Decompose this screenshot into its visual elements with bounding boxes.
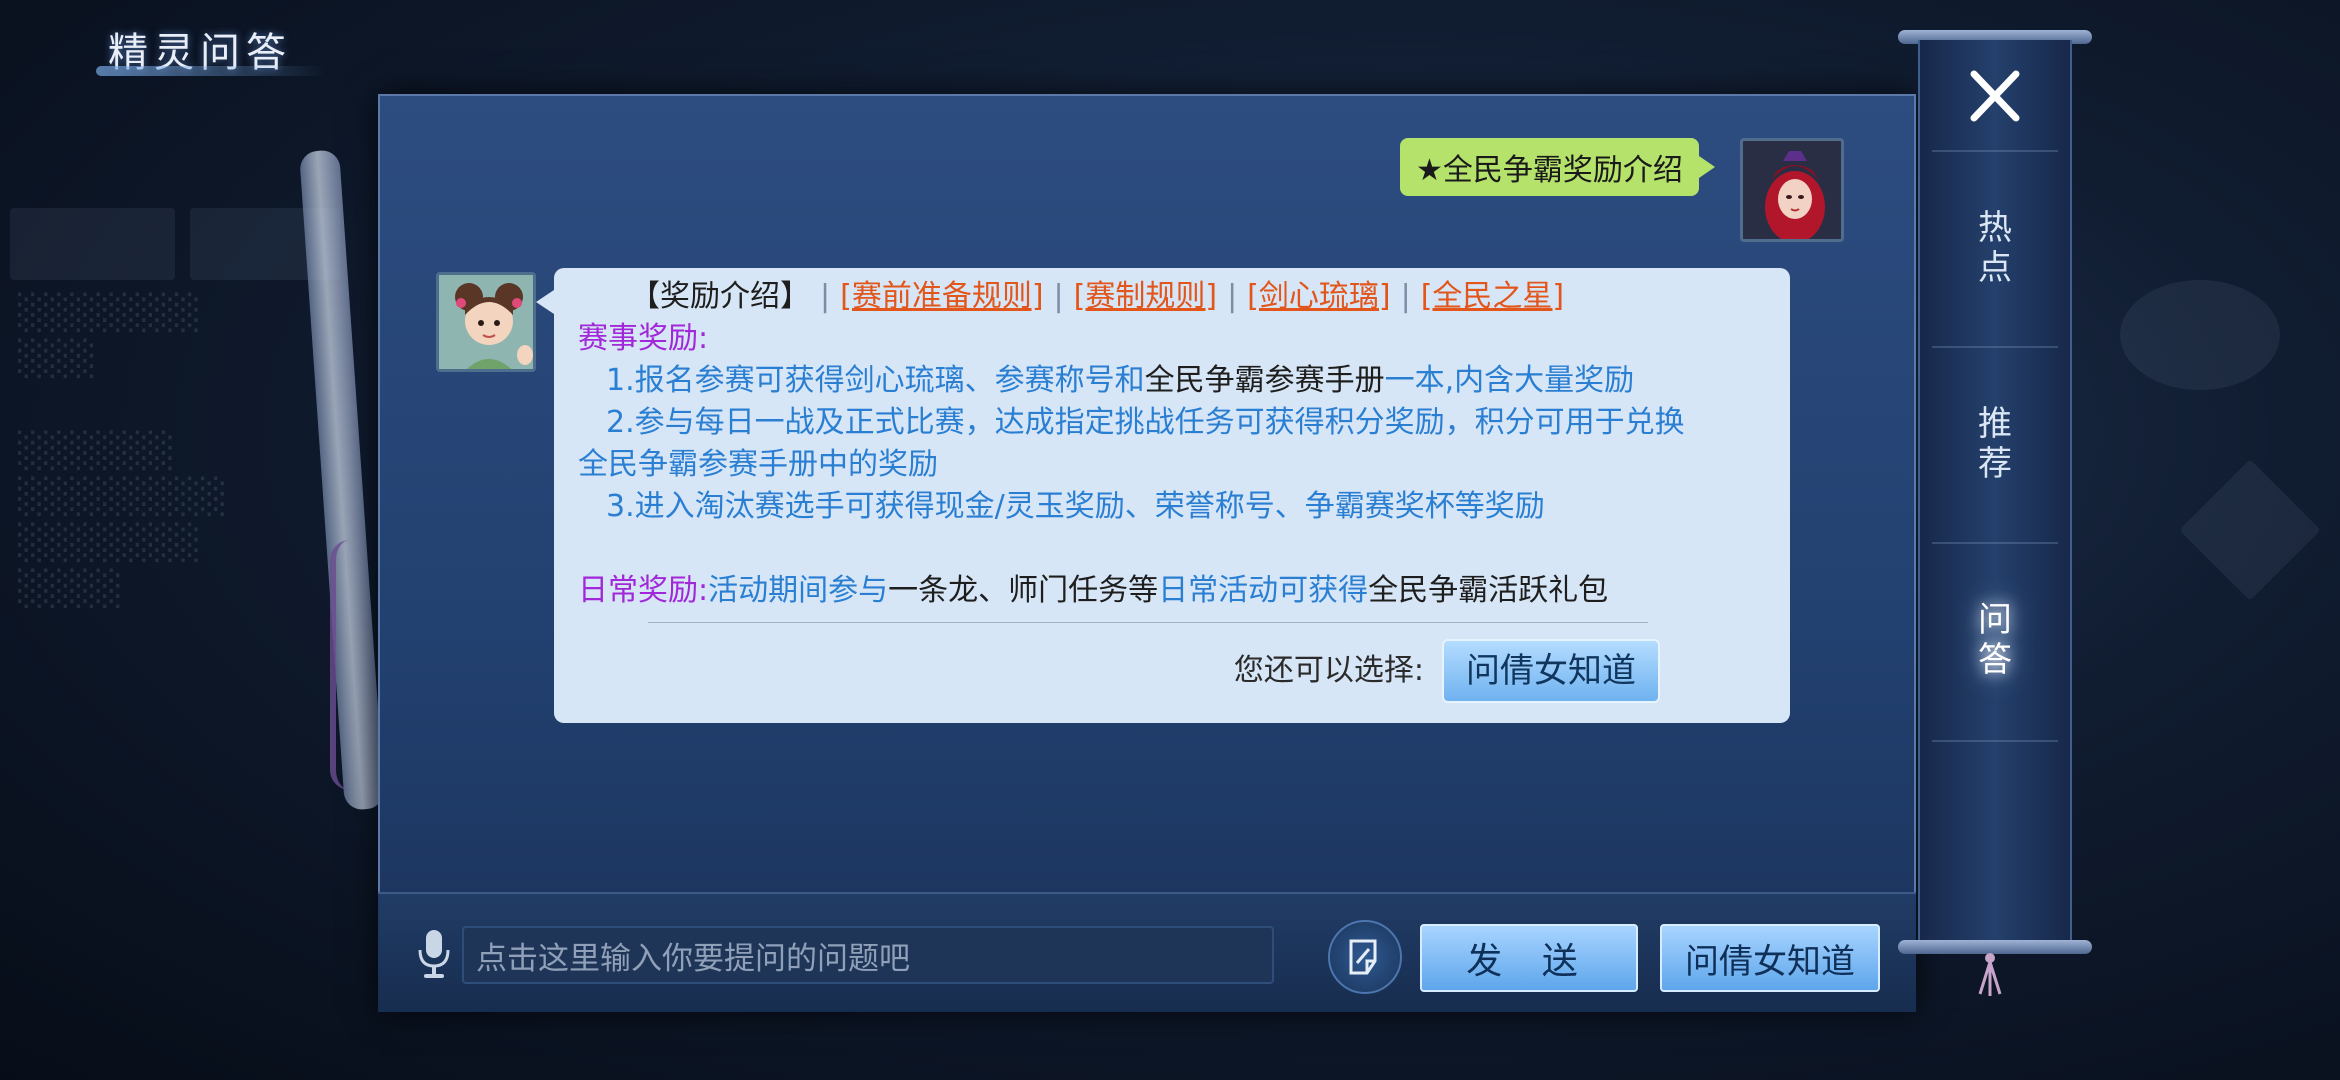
reward-line-1: 1.报名参赛可获得剑心琉璃、参赛称号和全民争霸参赛手册一本,内含大量奖励 [606, 363, 1635, 398]
user-message-bubble: ★全民争霸奖励介绍 [1400, 138, 1715, 196]
user-message-text: ★全民争霸奖励介绍 [1416, 153, 1683, 188]
link-sword-heart-glaze[interactable]: [剑心琉璃] [1247, 276, 1390, 318]
tab-separator: | [820, 279, 831, 314]
tassel-ornament [1970, 950, 2010, 1000]
tab-hot[interactable]: 热点 [1950, 208, 2040, 288]
note-icon[interactable] [1328, 920, 1402, 994]
side-nav [1918, 40, 2072, 950]
reward-line-3: 3.进入淘汰赛选手可获得现金/灵玉奖励、荣誉称号、争霸赛奖杯等奖励 [606, 489, 1545, 524]
title-brush-stroke [96, 66, 326, 76]
nav-divider [1932, 346, 2058, 348]
tab-qa[interactable]: 问答 [1950, 600, 2040, 680]
message-divider [648, 622, 1648, 623]
ask-qiannv-button[interactable]: 问倩女知道 [1660, 924, 1880, 992]
nav-divider [1932, 740, 2058, 742]
assistant-avatar [436, 272, 536, 372]
link-pre-match-rules[interactable]: [赛前准备规则] [840, 276, 1043, 318]
daily-rewards-line: 日常奖励:活动期间参与一条龙、师门任务等日常活动可获得全民争霸活跃礼包 [578, 573, 1609, 608]
tab-reward-intro: 【奖励介绍】 [630, 279, 810, 314]
assistant-message-bubble: 【奖励介绍】 | [赛前准备规则] | [赛制规则] | [剑心琉璃] | [全… [536, 268, 1790, 723]
tab-separator: | [1227, 279, 1238, 314]
tab-separator: | [1400, 279, 1411, 314]
question-input[interactable]: 点击这里输入你要提问的问题吧 [462, 926, 1274, 984]
link-match-format-rules[interactable]: [赛制规则] [1074, 276, 1217, 318]
tab-separator: | [1053, 279, 1064, 314]
ask-qiannv-suggestion-button[interactable]: 问倩女知道 [1442, 639, 1660, 703]
suggestion-label: 您还可以选择: [1233, 653, 1424, 688]
nav-divider [1932, 542, 2058, 544]
topic-tabs: 【奖励介绍】 | [赛前准备规则] | [赛制规则] | [剑心琉璃] | [全… [578, 276, 1770, 318]
section-title-event-rewards: 赛事奖励: [578, 321, 709, 356]
link-all-stars[interactable]: [全民之星] [1421, 276, 1564, 318]
reward-line-2: 2.参与每日一战及正式比赛，达成指定挑战任务可获得积分奖励，积分可用于兑换 [606, 405, 1685, 440]
tab-recommend[interactable]: 推荐 [1950, 404, 2040, 484]
suggestion-row: 您还可以选择: 问倩女知道 [1234, 639, 1660, 703]
microphone-icon[interactable] [414, 926, 454, 982]
send-button[interactable]: 发 送 [1420, 924, 1638, 992]
close-icon[interactable] [1960, 66, 2030, 126]
ribbon-tie [330, 540, 370, 790]
user-avatar [1740, 138, 1844, 242]
nav-divider [1932, 150, 2058, 152]
reward-line-2-cont: 全民争霸参赛手册中的奖励 [578, 447, 938, 482]
